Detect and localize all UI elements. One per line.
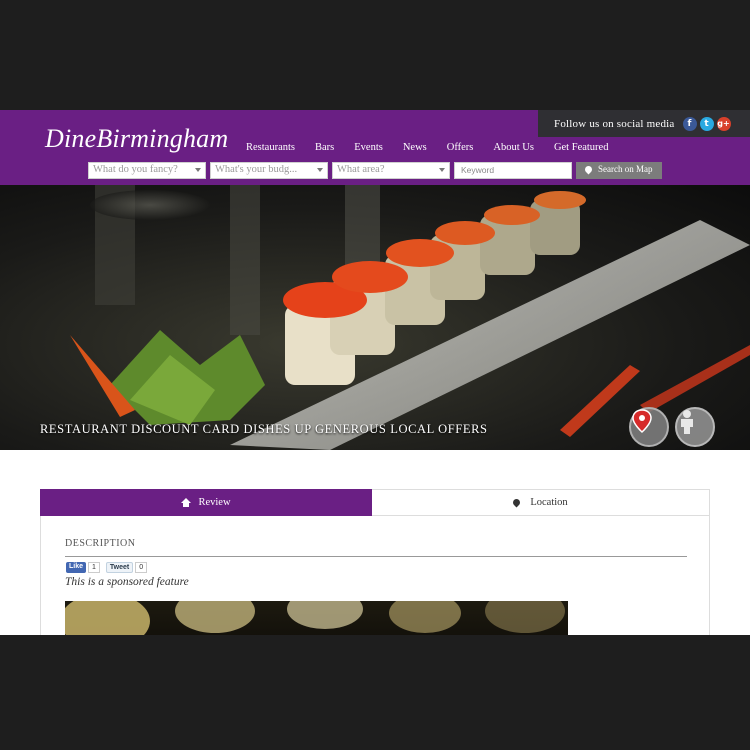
- tab-review[interactable]: Review: [40, 489, 372, 516]
- facebook-like-button[interactable]: Like: [66, 562, 87, 573]
- like-count: 1: [88, 562, 100, 573]
- site-header: Follow us on social media f t g+ DineBir…: [0, 110, 750, 185]
- article-image: [65, 601, 568, 635]
- social-label: Follow us on social media: [554, 117, 675, 130]
- person-icon: [681, 410, 693, 434]
- cuisine-select[interactable]: What do you fancy?: [88, 162, 206, 179]
- share-buttons: Like 1 Tweet 0: [66, 562, 148, 573]
- nav-item-restaurants[interactable]: Restaurants: [246, 142, 295, 153]
- home-icon: [181, 498, 192, 507]
- hero-caption[interactable]: RESTAURANT DISCOUNT CARD DISHES UP GENER…: [40, 422, 488, 437]
- listing-content: Review Location DESCRIPTION Like 1 Tweet…: [40, 489, 710, 635]
- search-filters: What do you fancy? What's your budg... W…: [88, 162, 662, 179]
- facebook-icon[interactable]: f: [682, 116, 697, 131]
- sponsored-note: This is a sponsored feature: [65, 576, 189, 588]
- wine-glasses-image: [65, 601, 565, 635]
- map-pin-icon: [511, 497, 522, 508]
- tweet-count: 0: [135, 562, 148, 573]
- map-location-button[interactable]: [629, 407, 669, 447]
- map-pin-icon: [632, 409, 652, 433]
- search-on-map-button[interactable]: Search on Map: [576, 162, 662, 179]
- webpage: Follow us on social media f t g+ DineBir…: [0, 110, 750, 635]
- budget-select[interactable]: What's your budg...: [210, 162, 328, 179]
- main-nav: Restaurants Bars Events News Offers Abou…: [246, 142, 628, 153]
- tweet-button[interactable]: Tweet: [105, 562, 134, 573]
- description-heading: DESCRIPTION: [65, 538, 136, 549]
- hero-banner: RESTAURANT DISCOUNT CARD DISHES UP GENER…: [0, 185, 750, 450]
- chevron-down-icon: [439, 168, 445, 172]
- facebook-like-label: Like: [69, 563, 84, 570]
- search-on-map-label: Search on Map: [598, 164, 653, 174]
- street-view-button[interactable]: [675, 407, 715, 447]
- nav-item-bars[interactable]: Bars: [315, 142, 334, 153]
- area-select-placeholder: What area?: [337, 164, 385, 175]
- twitter-icon[interactable]: t: [699, 116, 714, 131]
- budget-select-placeholder: What's your budg...: [215, 164, 298, 175]
- divider: [65, 556, 687, 557]
- map-pin-icon: [583, 164, 594, 175]
- site-logo[interactable]: DineBirmingham: [45, 124, 228, 154]
- keyword-input[interactable]: Keyword: [454, 162, 572, 179]
- social-media-bar: Follow us on social media f t g+: [538, 110, 750, 137]
- tweet-label: Tweet: [109, 564, 130, 571]
- cuisine-select-placeholder: What do you fancy?: [93, 164, 178, 175]
- tab-location-label: Location: [530, 497, 568, 508]
- nav-item-get-featured[interactable]: Get Featured: [554, 142, 609, 153]
- chevron-down-icon: [317, 168, 323, 172]
- tab-review-label: Review: [198, 497, 231, 508]
- screenshot-frame: Follow us on social media f t g+ DineBir…: [0, 0, 750, 750]
- nav-item-offers[interactable]: Offers: [447, 142, 474, 153]
- google-plus-icon[interactable]: g+: [716, 116, 731, 131]
- chevron-down-icon: [195, 168, 201, 172]
- listing-tabs: Review Location: [40, 489, 710, 516]
- nav-item-news[interactable]: News: [403, 142, 427, 153]
- nav-item-about-us[interactable]: About Us: [493, 142, 534, 153]
- area-select[interactable]: What area?: [332, 162, 450, 179]
- tab-location[interactable]: Location: [372, 489, 710, 516]
- nav-item-events[interactable]: Events: [354, 142, 383, 153]
